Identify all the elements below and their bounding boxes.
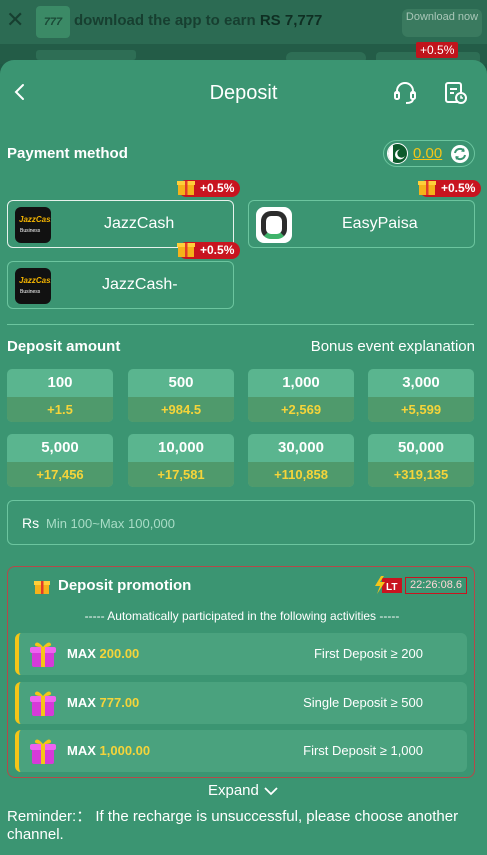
amount-value: 3,000 xyxy=(402,374,440,391)
amount-value: 1,000 xyxy=(282,374,320,391)
deposit-promotion-panel: Deposit promotion LT 22:26:08.6 ----- Au… xyxy=(7,566,475,778)
amount-input[interactable] xyxy=(46,511,446,535)
promotion-condition: First Deposit ≥ 200 xyxy=(313,646,423,661)
amount-option[interactable]: 500 +984.5 xyxy=(128,369,234,422)
limited-time-icon: LT xyxy=(375,576,402,594)
easypaisa-logo xyxy=(256,207,292,243)
banner-message: download the app to earn xyxy=(74,12,256,29)
amount-bonus: +319,135 xyxy=(368,462,474,487)
payment-option-label: JazzCash- xyxy=(102,276,178,293)
auto-participation-text: ----- Automatically participated in the … xyxy=(84,609,400,623)
balance-value: 0.00 xyxy=(413,145,443,162)
jazzcash-logo: JazzCash Business xyxy=(15,268,51,304)
deposit-amount-label: Deposit amount xyxy=(7,338,121,355)
bonus-event-explanation-link[interactable]: Bonus event explanation xyxy=(311,338,475,355)
payment-option-jazzcash-alt[interactable]: JazzCash Business JazzCash- xyxy=(7,261,234,309)
amount-option[interactable]: 10,000 +17,581 xyxy=(128,434,234,487)
max-label: MAX xyxy=(67,646,96,661)
currency-symbol: Rs xyxy=(22,515,40,531)
app-download-banner: ✕ 777 download the app to earn RS 7,777 … xyxy=(0,0,487,44)
pakistan-flag-icon xyxy=(387,143,408,164)
payment-option-label: JazzCash xyxy=(104,215,175,232)
amount-input-field[interactable]: Rs xyxy=(7,500,475,545)
payment-option-easypaisa[interactable]: EasyPaisa xyxy=(248,200,475,248)
amount-bonus: +17,456 xyxy=(7,462,113,487)
amount-value: 5,000 xyxy=(41,439,79,456)
amount-bonus: +110,858 xyxy=(248,462,354,487)
underlying-logo xyxy=(36,50,136,60)
jazzcash-logo-text: JazzCash xyxy=(19,276,51,285)
refresh-balance-icon[interactable] xyxy=(450,144,470,164)
bonus-badge-text: +0.5% xyxy=(200,181,235,195)
gift-icon xyxy=(177,243,195,257)
amount-option[interactable]: 100 +1.5 xyxy=(7,369,113,422)
deposit-history-icon[interactable] xyxy=(443,80,469,106)
download-now-button[interactable]: Download now xyxy=(402,9,482,37)
amount-value: 10,000 xyxy=(158,439,204,456)
amount-value: 30,000 xyxy=(278,439,324,456)
app-logo: 777 xyxy=(36,6,70,38)
bonus-badge: +0.5% xyxy=(418,180,482,197)
promotion-condition: Single Deposit ≥ 500 xyxy=(303,695,423,710)
amount-bonus: +1.5 xyxy=(7,397,113,422)
bonus-badge: +0.5% xyxy=(177,242,241,259)
promotion-title: Deposit promotion xyxy=(58,577,192,594)
max-value: 200.00 xyxy=(99,646,140,661)
promotion-row: MAX 777.00 Single Deposit ≥ 500 xyxy=(15,682,467,724)
bonus-badge-text: +0.5% xyxy=(441,181,476,195)
deposit-sheet: Deposit Payment method 0.00 JazzCas Busi… xyxy=(0,60,487,855)
chevron-down-icon xyxy=(264,787,278,796)
jazzcash-logo-text: JazzCash xyxy=(19,215,51,224)
amount-bonus: +984.5 xyxy=(128,397,234,422)
amount-bonus: +5,599 xyxy=(368,397,474,422)
gift-icon xyxy=(177,181,195,195)
gift-icon xyxy=(418,181,436,195)
amount-option[interactable]: 1,000 +2,569 xyxy=(248,369,354,422)
section-divider xyxy=(7,324,474,325)
expand-label: Expand xyxy=(207,782,259,799)
bonus-badge: +0.5% xyxy=(177,180,241,197)
jazzcash-logo-sub: Business xyxy=(20,228,41,234)
payment-method-label: Payment method xyxy=(7,145,128,162)
amount-bonus: +2,569 xyxy=(248,397,354,422)
balance-display: 0.00 xyxy=(383,140,475,167)
amount-value: 50,000 xyxy=(398,439,444,456)
promotion-countdown: 22:26:08.6 xyxy=(405,577,467,594)
gift-box-icon xyxy=(30,739,56,764)
promotion-max: MAX 1,000.00 xyxy=(67,743,150,758)
close-banner-icon[interactable]: ✕ xyxy=(6,9,24,31)
promotion-row: MAX 200.00 First Deposit ≥ 200 xyxy=(15,633,467,675)
underlying-bonus-badge: +0.5% xyxy=(416,42,459,58)
amount-option[interactable]: 3,000 +5,599 xyxy=(368,369,474,422)
gift-icon xyxy=(34,581,50,594)
amount-value: 500 xyxy=(168,374,194,391)
promotion-max: MAX 777.00 xyxy=(67,695,139,710)
amount-option[interactable]: 5,000 +17,456 xyxy=(7,434,113,487)
promotion-row: MAX 1,000.00 First Deposit ≥ 1,000 xyxy=(15,730,467,772)
expand-button[interactable]: Expand xyxy=(0,782,487,799)
limited-time-badge-text: LT xyxy=(386,582,397,593)
gift-box-icon xyxy=(30,642,56,667)
max-label: MAX xyxy=(67,695,96,710)
promotion-condition: First Deposit ≥ 1,000 xyxy=(303,743,423,758)
promotion-max: MAX 200.00 xyxy=(67,646,139,661)
gift-box-icon xyxy=(30,691,56,716)
jazzcash-logo: JazzCash Business xyxy=(15,207,51,243)
payment-option-label: EasyPaisa xyxy=(342,215,418,232)
jazzcash-logo-sub: Business xyxy=(20,289,41,295)
banner-amount: RS 7,777 xyxy=(259,12,323,29)
banner-text: download the app to earn RS 7,777 xyxy=(74,12,322,29)
customer-service-icon[interactable] xyxy=(392,80,418,106)
amount-value: 100 xyxy=(47,374,73,391)
amount-bonus: +17,581 xyxy=(128,462,234,487)
amount-option[interactable]: 30,000 +110,858 xyxy=(248,434,354,487)
max-label: MAX xyxy=(67,743,96,758)
amount-option[interactable]: 50,000 +319,135 xyxy=(368,434,474,487)
bonus-badge-text: +0.5% xyxy=(200,243,235,257)
max-value: 777.00 xyxy=(99,695,140,710)
max-value: 1,000.00 xyxy=(99,743,151,758)
payment-option-jazzcash[interactable]: JazzCash Business JazzCash xyxy=(7,200,234,248)
reminder-text: Reminder:： If the recharge is unsuccessf… xyxy=(7,808,459,843)
